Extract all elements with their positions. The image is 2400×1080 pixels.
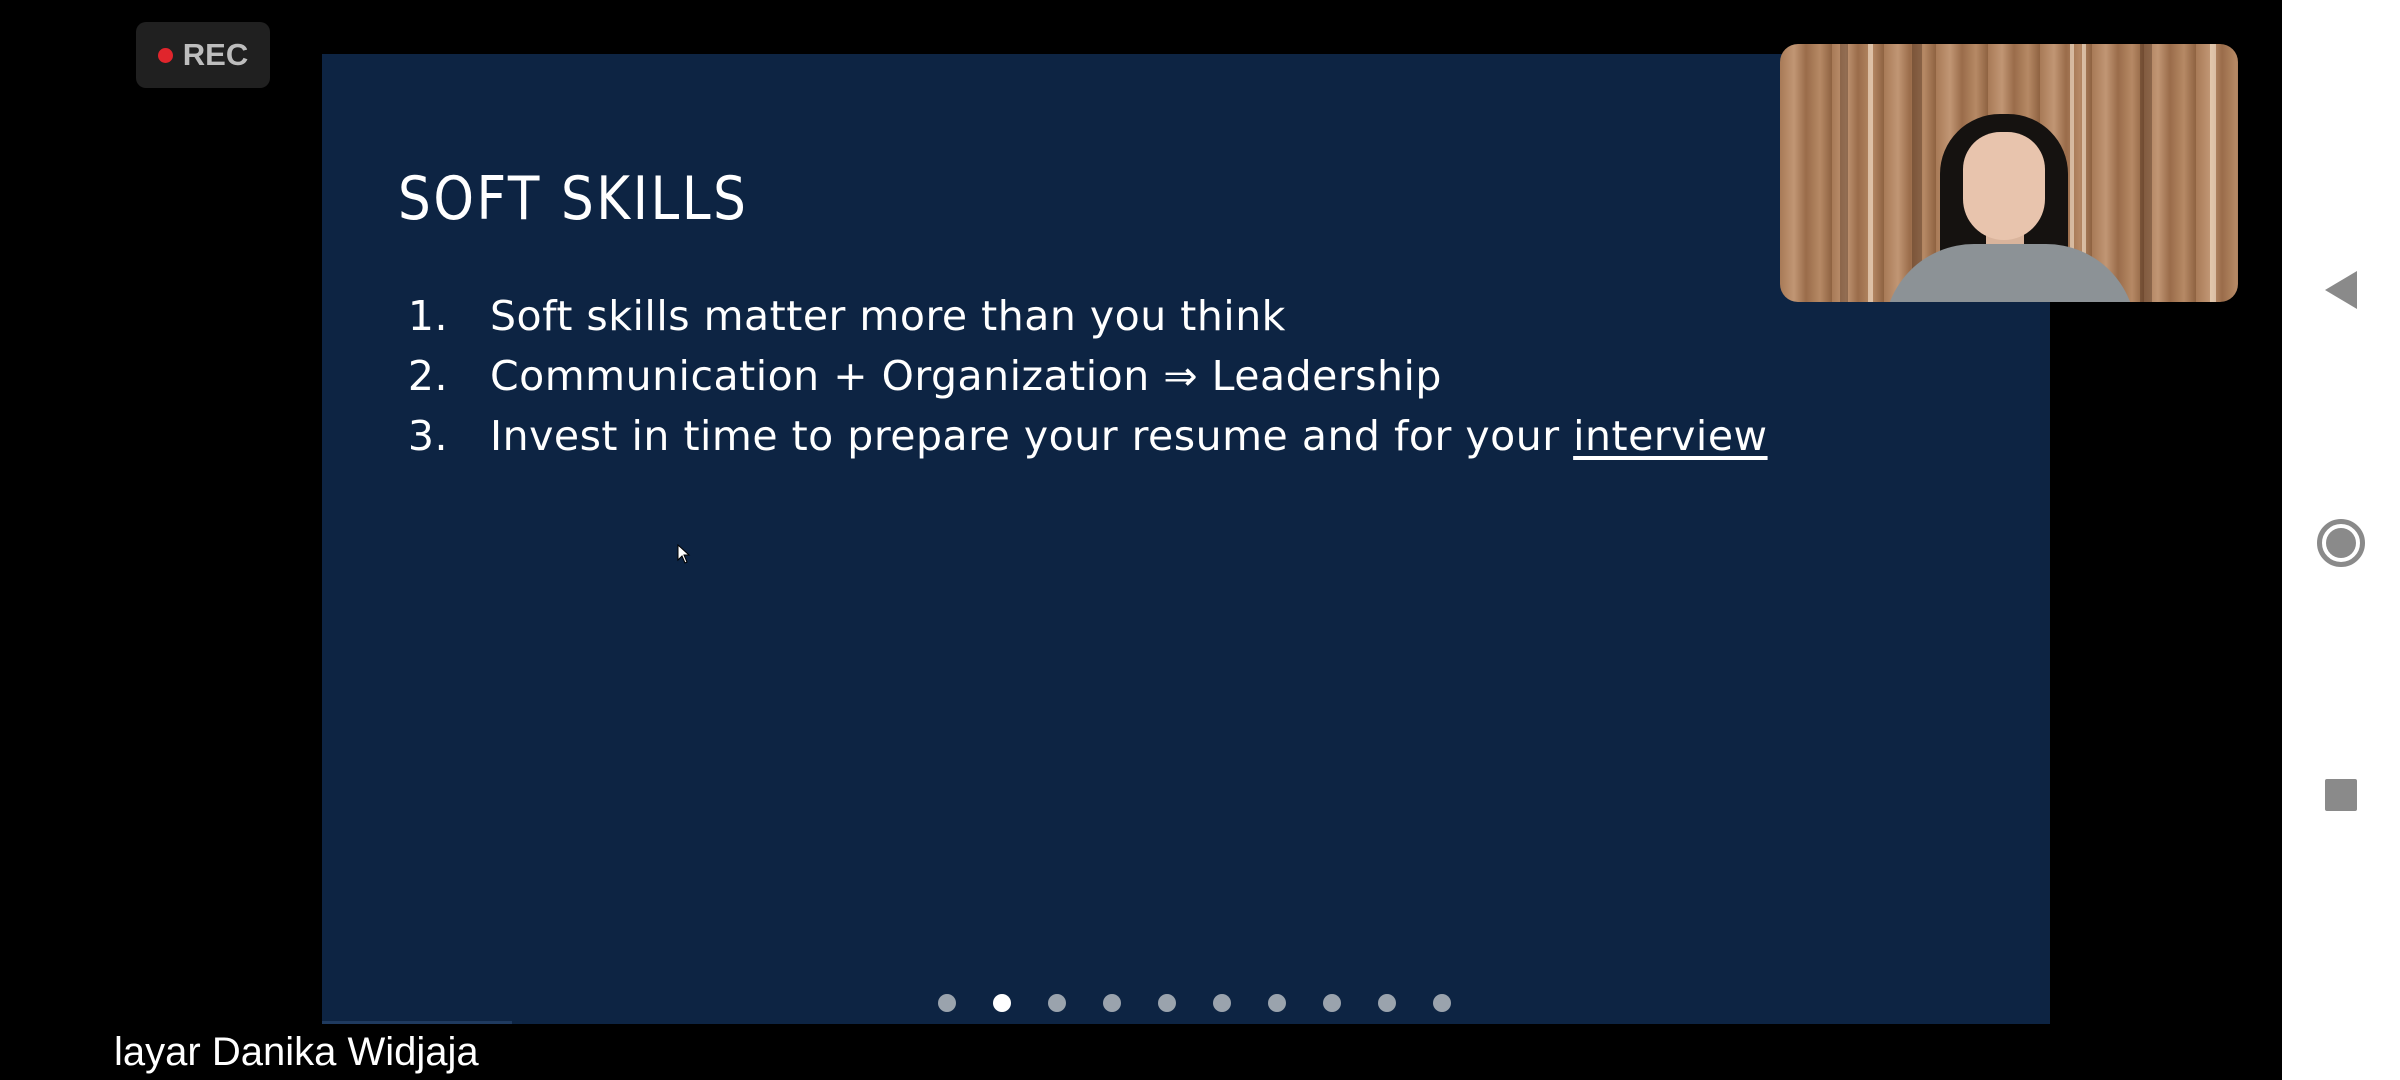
- recording-label: REC: [182, 37, 249, 72]
- slide-dot[interactable]: [1322, 994, 1341, 1012]
- list-item: 2. Communication + Organization ⇒ Leader…: [406, 346, 1768, 406]
- slide-dot[interactable]: [1377, 994, 1396, 1012]
- home-circle-inner: [2326, 528, 2356, 558]
- list-item-text-part: Invest in time to prepare your resume an…: [490, 412, 1574, 460]
- slide-dot[interactable]: [1047, 994, 1066, 1012]
- slide-dot[interactable]: [992, 994, 1011, 1012]
- home-button[interactable]: [2282, 503, 2400, 583]
- slide-dot[interactable]: [1157, 994, 1176, 1012]
- home-circle-icon: [2317, 519, 2365, 567]
- list-item-number: 1.: [407, 292, 448, 340]
- wood-grain: [1868, 44, 1873, 302]
- recording-badge[interactable]: REC: [136, 22, 270, 88]
- list-item-number: 3.: [407, 412, 448, 460]
- android-navigation-bar: [2282, 0, 2400, 1080]
- list-item-text: Soft skills matter more than you think: [490, 292, 1286, 340]
- speaker-video-tile[interactable]: [1780, 44, 2238, 302]
- slide-dot[interactable]: [1432, 994, 1451, 1012]
- slide-dot[interactable]: [1267, 994, 1286, 1012]
- slide-bullet-list: 1. Soft skills matter more than you thin…: [406, 286, 1768, 466]
- wood-grain: [1840, 44, 1848, 302]
- slide-dot[interactable]: [1212, 994, 1231, 1012]
- slide-pagination-dots: [322, 994, 2050, 1018]
- slide-progress-bar: [322, 1021, 513, 1024]
- back-button[interactable]: [2282, 250, 2400, 330]
- list-item: 1. Soft skills matter more than you thin…: [406, 286, 1768, 346]
- slide-dot[interactable]: [937, 994, 956, 1012]
- screen-share-caption: layar Danika Widjaja: [114, 1030, 479, 1074]
- list-item-number: 2.: [407, 352, 448, 400]
- list-item: 3. Invest in time to prepare your resume…: [406, 406, 1768, 466]
- wood-grain: [2210, 44, 2216, 302]
- slide-dot[interactable]: [1102, 994, 1121, 1012]
- wood-grain: [2140, 44, 2152, 302]
- back-triangle-icon: [2325, 271, 2357, 309]
- recents-button[interactable]: [2282, 755, 2400, 835]
- recents-square-icon: [2325, 779, 2357, 811]
- mouse-pointer-icon: [677, 544, 691, 564]
- speaker-face: [1963, 132, 2045, 240]
- list-item-text: Invest in time to prepare your resume an…: [490, 412, 1768, 460]
- screen: REC SOFT SKILLS 1. Soft skills matter mo…: [0, 0, 2400, 1080]
- interview-link[interactable]: interview: [1573, 412, 1767, 460]
- list-item-text: Communication + Organization ⇒ Leadershi…: [490, 352, 1442, 400]
- slide-title: SOFT SKILLS: [398, 164, 749, 234]
- record-dot-icon: [157, 47, 173, 63]
